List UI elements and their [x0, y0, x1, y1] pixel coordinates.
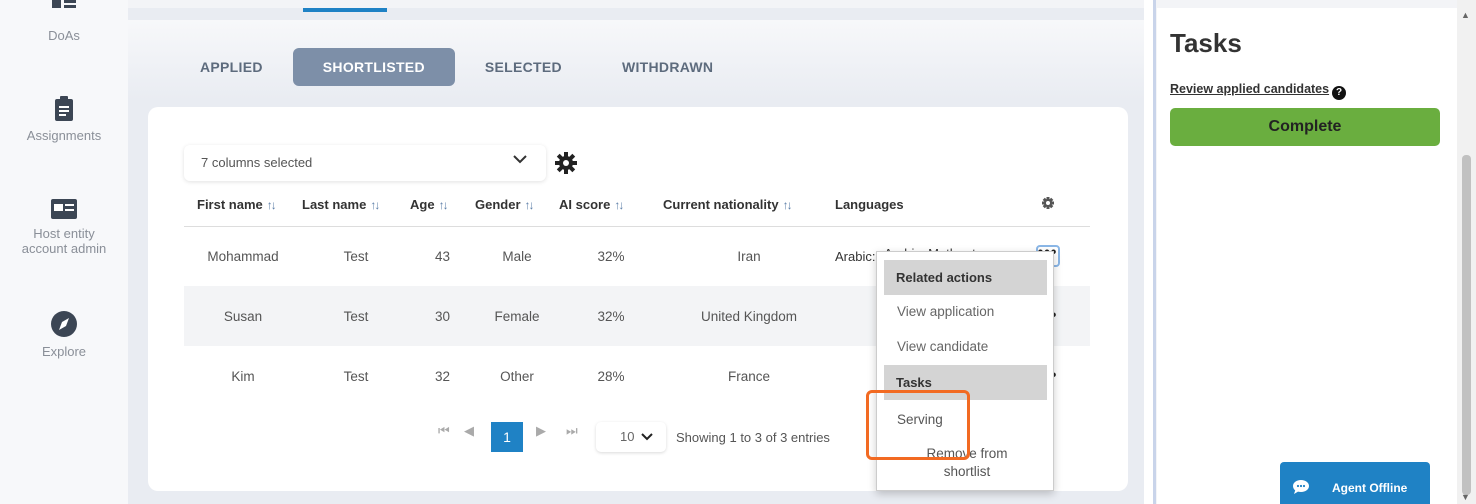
sidebar-item-doas[interactable]: DoAs [0, 0, 128, 43]
sort-icon[interactable]: ↑↓ [783, 198, 793, 212]
sidebar-item-label: Explore [41, 344, 87, 359]
top-tab-indicator [303, 8, 387, 12]
cell-first-name: Mohammad [207, 248, 279, 264]
last-page-icon[interactable]: ⏭ [566, 423, 578, 439]
menu-section-related-actions: Related actions [884, 260, 1047, 295]
chevron-down-icon [641, 433, 653, 441]
page-size-select[interactable]: 10 [596, 422, 666, 452]
cell-first-name: Kim [231, 368, 255, 384]
agent-chat-label: Agent Offline [1332, 481, 1408, 495]
header-first-name[interactable]: First name ↑↓ [184, 184, 302, 227]
sidebar-item-label: Assignments [26, 128, 102, 143]
menu-item-view-application[interactable]: View application [897, 304, 994, 319]
gear-icon[interactable] [554, 151, 578, 175]
gear-icon[interactable] [1041, 197, 1054, 210]
scroll-down-icon[interactable]: ▼ [1461, 492, 1470, 502]
sidebar-item-label: Host entity account admin [21, 226, 107, 256]
sort-icon[interactable]: ↑↓ [614, 198, 624, 212]
header-nationality[interactable]: Current nationality ↑↓ [663, 184, 835, 227]
cell-last-name: Test [302, 286, 410, 346]
tasks-title: Tasks [1170, 28, 1242, 58]
tab-applied[interactable]: APPLIED [170, 48, 293, 86]
cell-age: 43 [434, 248, 451, 264]
chevron-down-icon[interactable] [512, 153, 528, 165]
doas-icon [52, 0, 76, 8]
first-page-icon[interactable]: ⏮ [438, 423, 450, 439]
review-applied-candidates-link[interactable]: Review applied candidates? [1170, 82, 1347, 100]
cell-nationality: United Kingdom [663, 286, 835, 346]
menu-item-view-candidate[interactable]: View candidate [897, 339, 988, 354]
sort-icon[interactable]: ↑↓ [525, 198, 535, 212]
page-size-value: 10 [620, 429, 635, 444]
sidebar-item-label: DoAs [48, 28, 80, 43]
header-ai-score[interactable]: AI score ↑↓ [559, 184, 663, 227]
prev-page-icon[interactable]: ◀ [464, 423, 474, 439]
header-last-name[interactable]: Last name ↑↓ [302, 184, 410, 227]
page-button-current[interactable]: 1 [491, 422, 523, 452]
sidebar-item-assignments[interactable]: Assignments [0, 96, 128, 143]
compass-icon [51, 311, 77, 337]
pagination-info: Showing 1 to 3 of 3 entries [676, 430, 830, 445]
header-gender[interactable]: Gender ↑↓ [475, 184, 559, 227]
id-card-icon [51, 199, 77, 219]
cell-gender: Male [502, 248, 532, 264]
agent-chat-button[interactable]: Agent Offline [1280, 462, 1430, 504]
cell-age: 30 [410, 286, 475, 346]
complete-button[interactable]: Complete [1170, 108, 1440, 146]
header-age[interactable]: Age ↑↓ [410, 184, 475, 227]
status-tabs: APPLIED SHORTLISTED SELECTED WITHDRAWN [170, 48, 743, 86]
tab-selected[interactable]: SELECTED [455, 48, 592, 86]
cell-age: 32 [434, 368, 451, 384]
cell-last-name: Test [343, 368, 369, 384]
cell-nationality: Iran [737, 248, 761, 264]
table-settings[interactable] [1005, 184, 1090, 227]
scroll-up-icon[interactable]: ▲ [1461, 10, 1470, 20]
cell-ai-score: 32% [559, 286, 663, 346]
cell-ai-score: 32% [597, 248, 625, 264]
clipboard-icon [55, 96, 73, 121]
sort-icon[interactable]: ↑↓ [267, 198, 277, 212]
sidebar-item-host-entity[interactable]: Host entity account admin [0, 198, 128, 256]
tab-shortlisted[interactable]: SHORTLISTED [292, 48, 455, 86]
panel-divider [1144, 0, 1156, 504]
chat-bubble-icon [1293, 480, 1309, 494]
cell-first-name: Susan [184, 286, 302, 346]
columns-select[interactable]: 7 columns selected [184, 145, 546, 181]
sidebar-item-explore[interactable]: Explore [0, 310, 128, 359]
cell-nationality: France [727, 368, 771, 384]
next-page-icon[interactable]: ▶ [536, 423, 546, 439]
header-languages: Languages [835, 184, 1005, 227]
sort-icon[interactable]: ↑↓ [439, 198, 449, 212]
highlight-box [866, 390, 970, 460]
left-sidebar: DoAs Assignments Host entity account adm… [0, 0, 128, 504]
sort-icon[interactable]: ↑↓ [370, 198, 380, 212]
cell-last-name: Test [343, 248, 369, 264]
help-icon[interactable]: ? [1332, 86, 1347, 100]
columns-select-value: 7 columns selected [201, 155, 313, 170]
tab-withdrawn[interactable]: WITHDRAWN [592, 48, 743, 86]
cell-gender: Female [475, 286, 559, 346]
scrollbar-thumb[interactable] [1462, 155, 1471, 495]
cell-ai-score: 28% [597, 368, 625, 384]
cell-gender: Other [500, 368, 534, 384]
